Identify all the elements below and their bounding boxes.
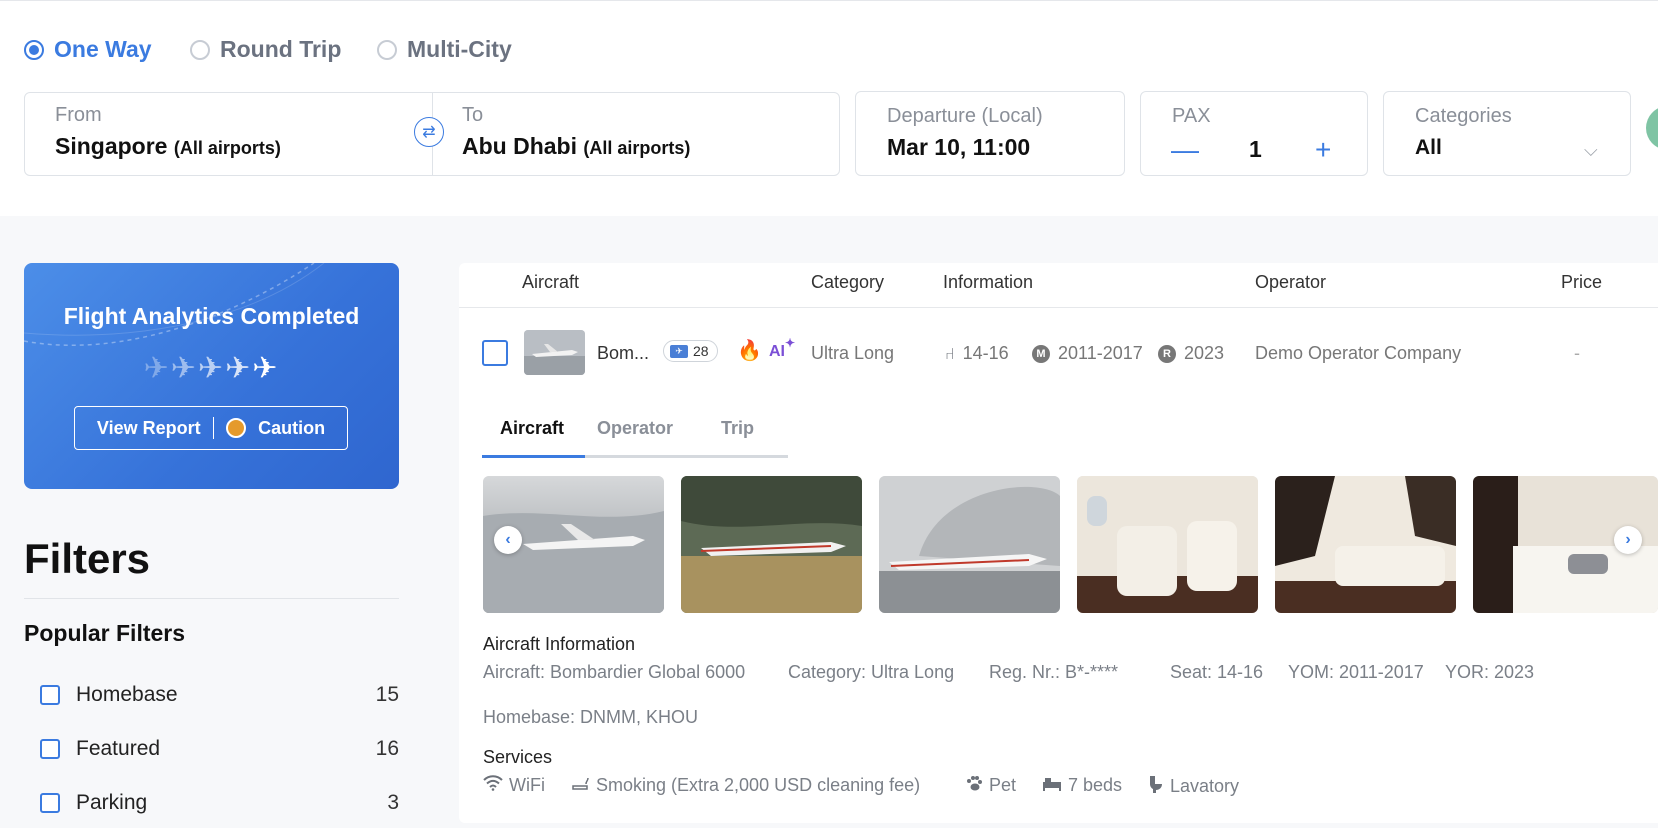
from-city: Singapore [55, 133, 168, 159]
from-suffix: (All airports) [173, 138, 281, 158]
trip-type-multi-city[interactable]: Multi-City [377, 36, 512, 63]
row-yom: M 2011-2017 [1032, 343, 1143, 364]
header-divider [459, 307, 1658, 308]
plane-icon: ✈ [225, 352, 253, 385]
info-aircraft: Aircraft: Bombardier Global 6000 [483, 662, 746, 682]
tab-trip[interactable]: Trip [721, 418, 754, 439]
aircraft-photo[interactable] [1077, 476, 1258, 613]
ai-icon[interactable]: AI✦ [769, 336, 795, 361]
swap-icon[interactable]: ⇄ [414, 117, 444, 147]
column-header-category[interactable]: Category [811, 272, 884, 293]
pax-decrement-button[interactable]: — [1171, 136, 1199, 164]
wifi-icon [483, 775, 503, 796]
aircraft-photo[interactable] [879, 476, 1060, 613]
service-wifi: WiFi [483, 775, 545, 796]
view-report-button[interactable]: View Report Caution [74, 406, 348, 450]
refurbished-icon: R [1158, 345, 1176, 364]
select-row-checkbox[interactable] [482, 340, 508, 366]
plane-icon: ✈ [252, 352, 280, 385]
caution-status-icon [226, 418, 247, 438]
flight-analytics-card: Flight Analytics Completed ✈✈✈✈✈ View Re… [24, 263, 399, 489]
radio-icon [190, 39, 210, 60]
popular-filters-title: Popular Filters [24, 620, 186, 646]
info-reg: Reg. Nr.: B*-**** [989, 662, 1119, 682]
row-price: - [1574, 343, 1580, 363]
smoking-icon [572, 775, 590, 796]
column-header-information[interactable]: Information [943, 272, 1033, 293]
info-seat: Seat: 14-16 [1170, 662, 1264, 682]
service-beds: 7 beds [1042, 775, 1122, 796]
pax-field: PAX — 1 + [1140, 91, 1368, 176]
filter-featured[interactable]: Featured 16 [40, 734, 399, 764]
trip-type-round-trip[interactable]: Round Trip [190, 36, 341, 63]
service-pet: Pet [965, 775, 1016, 796]
toilet-icon [1148, 775, 1164, 798]
categories-select[interactable]: Categories All ⌵ [1383, 91, 1631, 176]
aircraft-name[interactable]: Bom... [597, 343, 649, 364]
trip-type-one-way[interactable]: One Way [24, 36, 152, 63]
to-suffix: (All airports) [583, 138, 691, 158]
to-field[interactable]: To Abu Dhabi (All airports) [462, 104, 822, 172]
divider [212, 417, 215, 439]
info-yor: YOR: 2023 [1445, 662, 1535, 682]
row-yor: R 2023 [1158, 343, 1224, 364]
filter-parking[interactable]: Parking 3 [40, 788, 399, 818]
aircraft-photo[interactable] [1275, 476, 1456, 613]
chevron-down-icon: ⌵ [1584, 140, 1598, 160]
sparkle-icon: ✦ [785, 336, 796, 350]
hot-deal-icon: 🔥 [737, 340, 762, 362]
filter-homebase[interactable]: Homebase 15 [40, 680, 399, 710]
aircraft-photo[interactable] [681, 476, 862, 613]
row-category: Ultra Long [811, 343, 895, 363]
gallery-next-button[interactable]: › [1614, 526, 1642, 554]
checkbox[interactable] [40, 739, 60, 759]
pax-increment-button[interactable]: + [1315, 136, 1331, 164]
radio-selected-icon [24, 39, 44, 60]
seat-icon: ⑁ [945, 346, 955, 363]
column-header-price[interactable]: Price [1561, 272, 1602, 293]
from-field[interactable]: From Singapore (All airports) [55, 104, 415, 172]
column-header-operator[interactable]: Operator [1255, 272, 1326, 293]
service-smoking: Smoking (Extra 2,000 USD cleaning fee) [572, 775, 920, 796]
checkbox[interactable] [40, 793, 60, 813]
services-title: Services [483, 747, 553, 767]
column-header-aircraft[interactable]: Aircraft [522, 272, 579, 293]
divider [24, 598, 399, 599]
plane-icon: ✈ [170, 352, 198, 385]
paw-icon [965, 775, 983, 796]
radio-icon [377, 39, 397, 60]
to-city: Abu Dhabi [462, 133, 577, 159]
tab-operator[interactable]: Operator [597, 418, 673, 439]
aircraft-info-title: Aircraft Information [483, 634, 636, 654]
status-label: Caution [258, 417, 326, 438]
checkbox[interactable] [40, 685, 60, 705]
tab-active-indicator [482, 455, 585, 458]
departure-field[interactable]: Departure (Local) Mar 10, 11:00 [855, 91, 1125, 176]
pax-value: 1 [1249, 136, 1262, 162]
row-seats: ⑁ 14-16 [945, 343, 1009, 363]
photo-count-badge[interactable]: ✈ 28 [663, 340, 718, 362]
service-lavatory: Lavatory [1148, 775, 1239, 798]
info-homebase: Homebase: DNMM, KHOU [483, 707, 699, 727]
info-category: Category: Ultra Long [788, 662, 955, 682]
filters-title: Filters [24, 535, 151, 582]
row-operator[interactable]: Demo Operator Company [1255, 343, 1461, 364]
promo-title: Flight Analytics Completed [63, 303, 360, 329]
tab-aircraft[interactable]: Aircraft [500, 418, 564, 439]
gallery-icon: ✈ [670, 344, 688, 358]
aircraft-thumbnail[interactable] [524, 330, 585, 375]
info-yom: YOM: 2011-2017 [1288, 662, 1424, 682]
plane-icon: ✈ [197, 352, 226, 385]
manufactured-icon: M [1032, 345, 1050, 364]
gallery-prev-button[interactable]: ‹ [494, 526, 522, 554]
plane-icon: ✈ [143, 352, 171, 385]
bed-icon [1042, 775, 1062, 796]
plane-icons: ✈✈✈✈✈ [24, 351, 399, 386]
